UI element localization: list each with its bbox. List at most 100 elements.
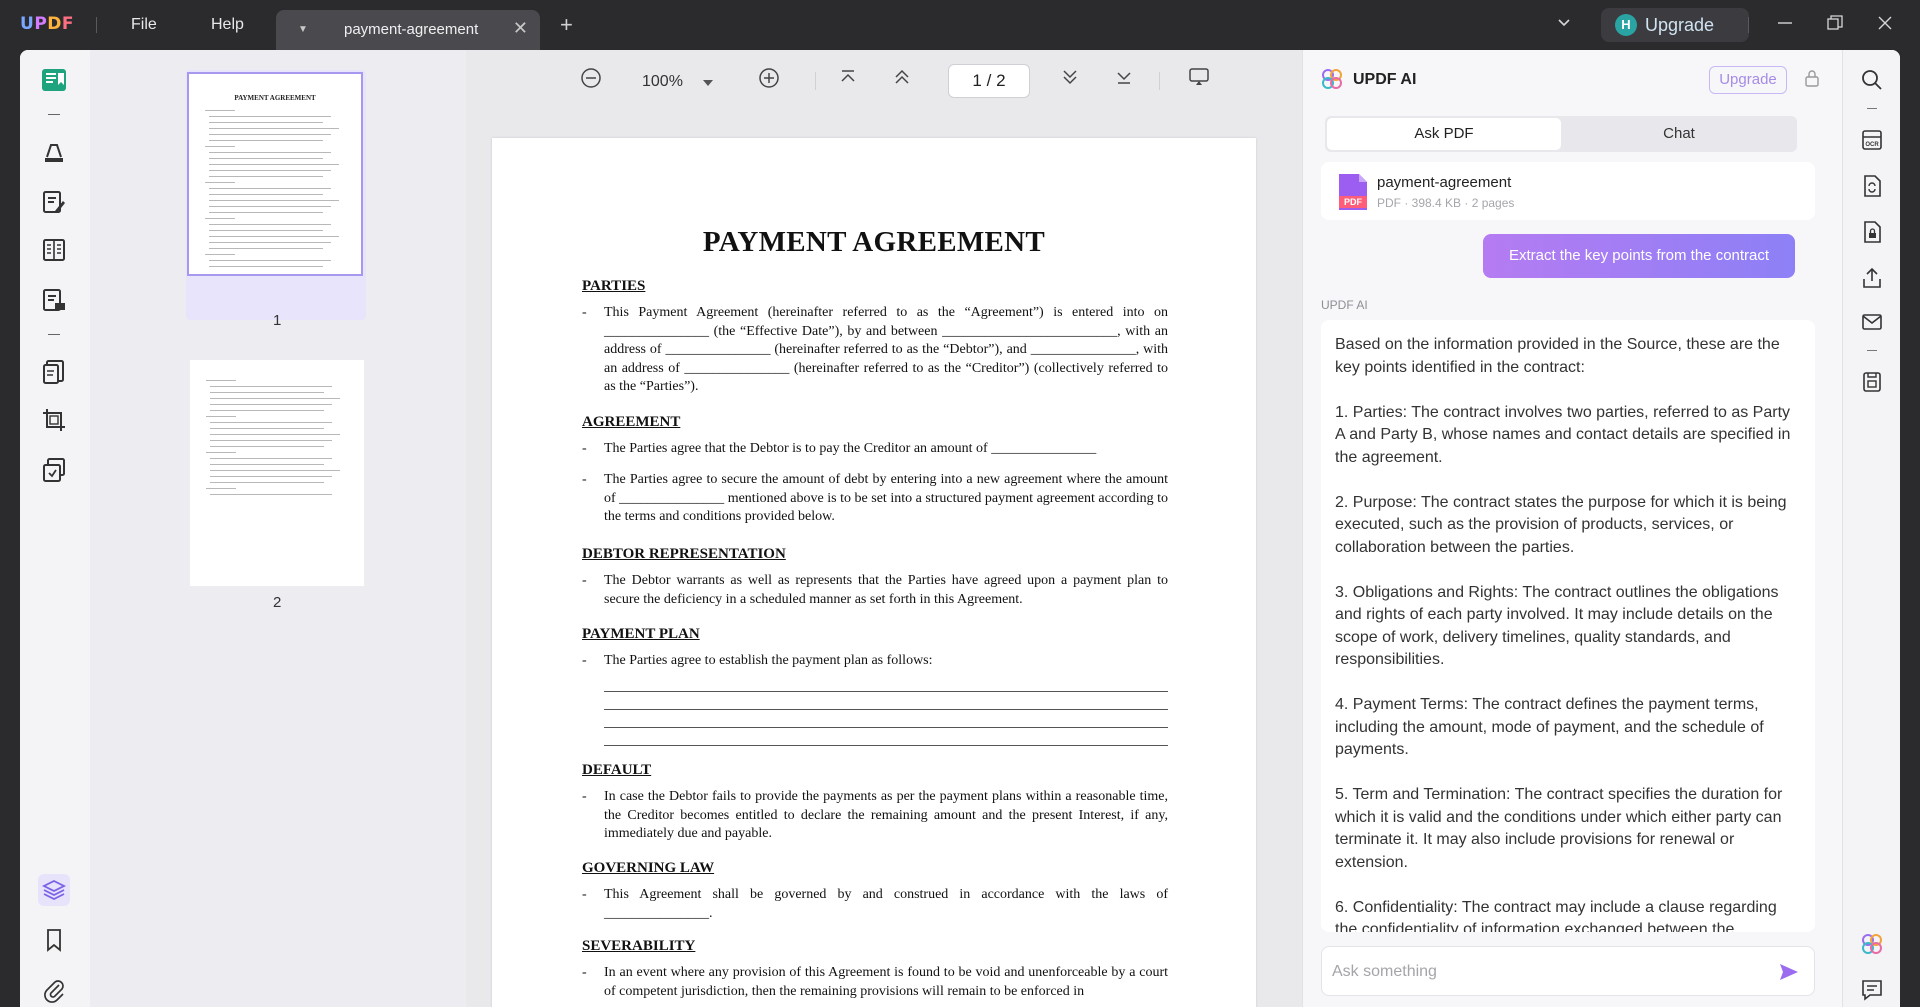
menu-help[interactable]: Help (211, 16, 244, 34)
ai-upgrade-button[interactable]: Upgrade (1709, 66, 1787, 94)
zoom-in-icon[interactable] (758, 67, 780, 95)
upgrade-button[interactable]: H Upgrade (1601, 8, 1749, 42)
clause-text: This Payment Agreement (hereinafter refe… (604, 305, 1168, 395)
tab-chat[interactable]: Chat (1563, 118, 1795, 150)
clause-text: This Agreement shall be governed by and … (604, 887, 1168, 921)
lock-icon[interactable] (1803, 68, 1821, 88)
title-bar: UPDF File Help ▼ payment-agreement ✕ + H… (0, 0, 1920, 50)
thumbnail-text-line (209, 194, 323, 195)
restore-icon[interactable] (1826, 14, 1844, 37)
thumbnail-panel: PAYMENT AGREEMENT 1 2 (90, 50, 466, 1007)
thumbnail-text-line (210, 458, 332, 459)
organize-tool-icon[interactable] (38, 234, 70, 266)
menu-file[interactable]: File (131, 16, 157, 34)
attached-file-card[interactable]: PDF payment-agreement PDF · 398.4 KB · 2… (1321, 162, 1815, 220)
updf-logo: UPDF (20, 14, 75, 34)
comments-list-icon[interactable] (1858, 976, 1886, 1004)
page-tools-icon[interactable] (38, 356, 70, 388)
thumbnail-text-line (210, 398, 340, 399)
tab-close-icon[interactable]: ✕ (513, 18, 528, 39)
new-tab-button[interactable]: + (560, 14, 573, 36)
toolbar-divider (815, 72, 816, 90)
thumbnail-text-line (206, 380, 236, 381)
thumbnail-text-line (209, 140, 323, 141)
edit-tool-icon[interactable] (38, 186, 70, 218)
email-icon[interactable] (1858, 308, 1886, 336)
reader-tool-icon[interactable] (38, 64, 70, 96)
ocr-icon[interactable]: OCR (1858, 126, 1886, 154)
minimize-icon[interactable] (1776, 14, 1794, 37)
thumbnail-page-1[interactable]: PAYMENT AGREEMENT (186, 70, 366, 320)
blank-line (604, 691, 1168, 692)
answer-paragraph: 6. Confidentiality: The contract may inc… (1335, 898, 1777, 933)
thumbnail-text-line (209, 224, 331, 225)
clause-text: In case the Debtor fails to provide the … (604, 789, 1168, 842)
comment-tool-icon[interactable] (38, 136, 70, 168)
thumbnail-text-line (209, 122, 323, 123)
save-icon[interactable] (1858, 368, 1886, 396)
assistant-answer: Based on the information provided in the… (1321, 320, 1815, 932)
thumbnail-text-line (209, 230, 323, 231)
thumbnail-text-line (206, 452, 236, 453)
toolbar-divider (1159, 72, 1160, 90)
thumbnail-number: 1 (273, 312, 282, 329)
convert-icon[interactable] (1858, 172, 1886, 200)
compare-tool-icon[interactable] (38, 454, 70, 486)
answer-paragraph: Based on the information provided in the… (1335, 336, 1780, 376)
last-page-icon[interactable] (1114, 67, 1134, 93)
answer-paragraph: 2. Purpose: The contract states the purp… (1335, 493, 1787, 556)
chevron-down-icon[interactable] (1556, 14, 1572, 35)
thumbnail-page-2[interactable] (190, 360, 364, 586)
thumbnail-title: PAYMENT AGREEMENT (234, 94, 316, 102)
page-indicator[interactable]: 1 / 2 (948, 64, 1030, 98)
thumbnail-text-line (210, 422, 332, 423)
left-toolbar (20, 50, 90, 1007)
clause-text: The Parties agree to secure the amount o… (604, 472, 1168, 525)
layers-icon[interactable] (38, 874, 70, 906)
thumbnail-text-line (210, 494, 332, 495)
thumbnail-text-line (210, 446, 324, 447)
ai-panel: UPDF AI Upgrade Ask PDF Chat PDF payment… (1302, 50, 1842, 1007)
zoom-level[interactable]: 100% (642, 73, 683, 91)
bookmark-icon[interactable] (38, 924, 70, 956)
answer-paragraph: 4. Payment Terms: The contract defines t… (1335, 696, 1764, 758)
attachment-icon[interactable] (38, 974, 70, 1006)
thumbnail-text-line (209, 158, 323, 159)
search-icon[interactable] (1858, 66, 1886, 94)
thumbnail-text-line (210, 476, 332, 477)
thumbnail-text-line (205, 254, 235, 255)
thumbnail-text-line (209, 170, 331, 171)
answer-paragraph: 3. Obligations and Rights: The contract … (1335, 583, 1779, 669)
fill-sign-tool-icon[interactable] (38, 284, 70, 316)
section-heading: PAYMENT PLAN (582, 626, 700, 642)
assistant-label: UPDF AI (1321, 298, 1368, 312)
crop-tool-icon[interactable] (38, 404, 70, 436)
right-toolbar: OCR (1842, 50, 1900, 1007)
tab-ask-pdf[interactable]: Ask PDF (1327, 118, 1561, 150)
ask-input[interactable] (1332, 959, 1752, 985)
ai-panel-title: UPDF AI (1353, 71, 1417, 88)
zoom-out-icon[interactable] (580, 67, 602, 95)
thumbnail-text-line (209, 134, 331, 135)
close-window-icon[interactable] (1876, 14, 1894, 37)
thumbnail-text-line (210, 482, 324, 483)
send-icon[interactable] (1778, 961, 1800, 983)
thumbnail-text-line (205, 146, 235, 147)
zoom-dropdown-icon[interactable] (702, 71, 714, 94)
thumbnail-text-line (210, 404, 332, 405)
share-icon[interactable] (1858, 264, 1886, 292)
presentation-icon[interactable] (1188, 67, 1210, 93)
document-title: PAYMENT AGREEMENT (702, 226, 1046, 258)
document-tab[interactable]: ▼ payment-agreement ✕ (276, 10, 540, 50)
clause: - The Parties agree that the Debtor is to… (582, 440, 1168, 459)
updf-ai-toggle-icon[interactable] (1858, 930, 1886, 958)
previous-page-icon[interactable] (892, 67, 912, 93)
thumbnail-text-line (209, 260, 331, 261)
next-page-icon[interactable] (1060, 67, 1080, 93)
tab-dropdown-icon[interactable]: ▼ (298, 24, 308, 35)
thumbnail-image: PAYMENT AGREEMENT (187, 72, 363, 276)
thumbnail-text-line (205, 218, 235, 219)
protect-icon[interactable] (1858, 218, 1886, 246)
first-page-icon[interactable] (838, 67, 858, 93)
user-avatar: H (1615, 14, 1637, 36)
